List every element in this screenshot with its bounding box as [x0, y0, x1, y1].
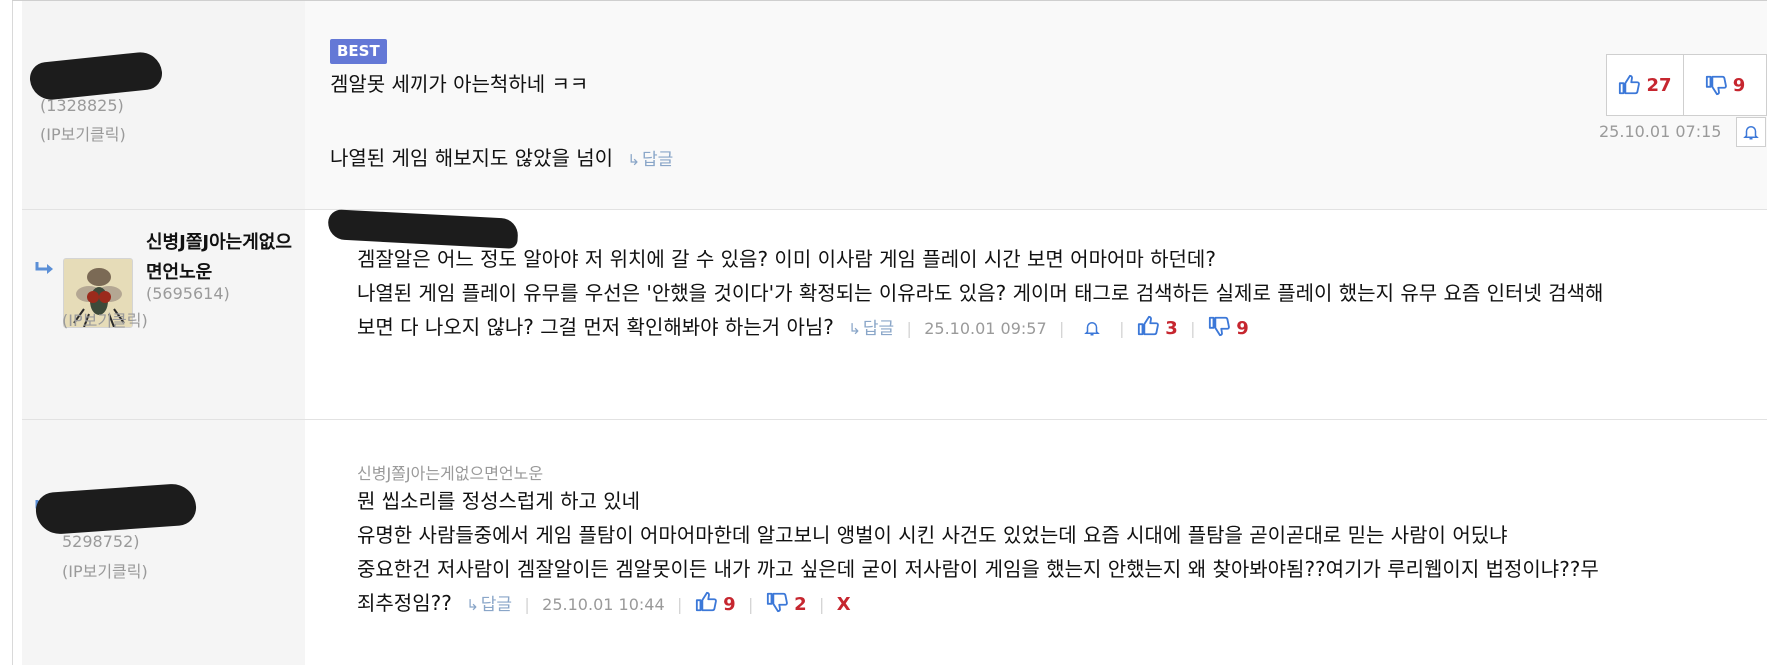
- downvote-button[interactable]: 9: [1208, 315, 1249, 339]
- comment-best: (1328825) (IP보기클릭) BEST 겜알못 세끼가 아는척하네 ㅋㅋ…: [22, 1, 1767, 210]
- author-nickname[interactable]: 신병J쫄J아는게없으면언노운: [146, 228, 298, 288]
- reply-label: 답글: [641, 150, 674, 170]
- reply-arrow-icon: [35, 262, 53, 274]
- upvote-button[interactable]: 3: [1137, 315, 1184, 339]
- downvote-button[interactable]: 9: [1683, 54, 1767, 116]
- reply-arrow-icon: ↳: [466, 596, 479, 614]
- reply-label: 답글: [862, 319, 895, 339]
- downvote-count: 9: [1236, 318, 1249, 339]
- timestamp: 25.10.01 10:44: [542, 595, 665, 614]
- divider: |: [1119, 319, 1125, 338]
- thumbs-up-icon: [1137, 315, 1159, 336]
- downvote-count: 2: [794, 594, 807, 615]
- ip-view-link[interactable]: (IP보기클릭): [40, 121, 126, 145]
- divider: |: [747, 595, 754, 614]
- reply-target-nickname[interactable]: 신병J쫄J아는게없으면언노운: [357, 460, 543, 484]
- comment-line: 중요한건 저사람이 겜잘알이든 겜알못이든 내가 까고 싶은데 굳이 저사람이 …: [357, 557, 1599, 581]
- timestamp: 25.10.01 07:15: [1599, 122, 1722, 141]
- divider: |: [1059, 319, 1065, 338]
- thumbs-up-icon: [695, 591, 717, 612]
- user-id: 5298752): [62, 532, 140, 551]
- bell-icon: [1743, 126, 1759, 140]
- comment-line-with-reply: 나열된 게임 해보지도 않았을 넘이 ↳ 답글: [330, 141, 673, 177]
- comment-line: 겜잘알은 어느 정도 알아야 저 위치에 갈 수 있음? 이미 이사람 게임 플…: [357, 247, 1216, 271]
- user-id: (5695614): [146, 284, 230, 303]
- divider: |: [906, 319, 912, 338]
- upvote-button[interactable]: 9: [695, 591, 742, 615]
- ip-view-link[interactable]: (IP보기클릭): [62, 307, 148, 331]
- divider: |: [676, 595, 683, 614]
- comment-line: 나열된 게임 플레이 유무를 우선은 '안했을 것이다'가 확정되는 이유라도 …: [357, 281, 1604, 305]
- timestamp: 25.10.01 09:57: [924, 319, 1047, 338]
- thumbs-down-icon: [766, 592, 788, 613]
- thumbs-down-icon: [1705, 75, 1727, 96]
- reply-arrow-icon: ↳: [627, 151, 640, 169]
- delete-button[interactable]: X: [837, 594, 851, 615]
- reply-link[interactable]: ↳ 답글: [848, 319, 894, 339]
- comment-line-with-meta: 죄추정임?? ↳ 답글 | 25.10.01 10:44 | 9 | 2 | X: [357, 586, 851, 622]
- reply-link[interactable]: ↳ 답글: [466, 595, 512, 615]
- comment-line: 나열된 게임 해보지도 않았을 넘이: [330, 146, 614, 170]
- comment-reply: 5298752) (IP보기클릭) 신병J쫄J아는게없으면언노운 뭔 씹소리를 …: [22, 420, 1767, 665]
- reply-link[interactable]: ↳ 답글: [627, 150, 673, 170]
- comment-line: 유명한 사람들중에서 게임 플탐이 어마어마한데 알고보니 앵벌이 시킨 사건도…: [357, 523, 1508, 547]
- notify-button[interactable]: [1083, 315, 1107, 339]
- divider: |: [1190, 319, 1196, 338]
- notify-button[interactable]: [1736, 117, 1766, 147]
- divider: |: [524, 595, 530, 614]
- upvote-count: 3: [1165, 318, 1178, 339]
- downvote-button[interactable]: 2: [766, 591, 813, 615]
- best-badge: BEST: [330, 39, 387, 64]
- user-id: (1328825): [40, 96, 124, 115]
- comment-line: 죄추정임??: [357, 591, 452, 615]
- ip-view-link[interactable]: (IP보기클릭): [62, 558, 148, 582]
- comment-line: 겜알못 세끼가 아는척하네 ㅋㅋ: [330, 72, 589, 96]
- upvote-count: 27: [1646, 74, 1672, 96]
- bell-icon: [1083, 322, 1100, 336]
- thumbs-down-icon: [1208, 316, 1230, 337]
- thumbs-up-icon: [1619, 74, 1641, 95]
- divider: |: [818, 595, 825, 614]
- downvote-count: 9: [1732, 74, 1746, 96]
- upvote-count: 9: [723, 594, 736, 615]
- comment-line: 보면 다 나오지 않나? 그걸 먼저 확인해봐야 하는거 아님?: [357, 315, 834, 339]
- comment-reply: 신병J쫄J아는게없으면언노운 (5695614) (IP보기클릭) 겜잘알은 어…: [22, 209, 1767, 420]
- comment-line-with-meta: 보면 다 나오지 않나? 그걸 먼저 확인해봐야 하는거 아님? ↳ 답글 | 2…: [357, 310, 1249, 346]
- upvote-button[interactable]: 27: [1606, 54, 1684, 116]
- reply-label: 답글: [480, 595, 513, 615]
- comment-line: 뭔 씹소리를 정성스럽게 하고 있네: [357, 489, 641, 513]
- reply-arrow-icon: ↳: [848, 320, 861, 338]
